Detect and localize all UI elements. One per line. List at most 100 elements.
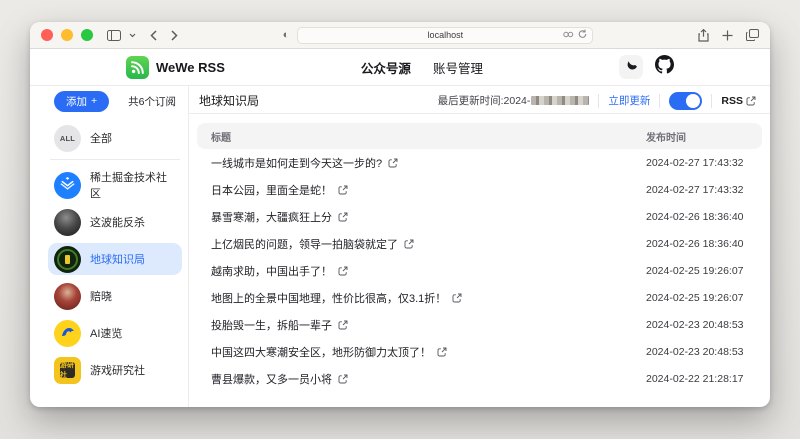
external-link-icon [437, 347, 447, 357]
column-header-time: 发布时间 [646, 129, 762, 144]
minimize-window-button[interactable] [61, 29, 73, 41]
moon-icon [625, 58, 637, 76]
tab-overview-icon[interactable] [746, 29, 759, 41]
article-title-link[interactable]: 暴雪寒潮，大疆疯狂上分 [197, 209, 646, 225]
game-emblem: 游研社 [54, 357, 81, 384]
dolphin-logo [54, 320, 81, 347]
photo-avatar [54, 209, 81, 236]
external-link-icon [388, 158, 398, 168]
divider [711, 94, 712, 108]
article-table: 标题 发布时间 一线城市是如何走到今天这一步的? 2024-02-27 17:4… [189, 114, 770, 407]
all-badge: ALL [54, 125, 81, 152]
sidebar-item-label: 游戏研究社 [90, 362, 145, 378]
refresh-now-button[interactable]: 立即更新 [608, 93, 650, 108]
sidebar-item-label: 赔晓 [90, 288, 112, 304]
table-row: 投胎毁一生，拆船一辈子 2024-02-23 20:48:53 [197, 311, 762, 338]
sidebar-item-juejin[interactable]: 稀土掘金技术社区 [48, 169, 182, 201]
back-icon[interactable] [150, 30, 157, 41]
feed-list: ALL全部稀土掘金技术社区这波能反杀地球知识局赔晓AI速览游研社游戏研究社 [30, 114, 188, 407]
divider [50, 159, 180, 160]
sidebar: 添加+ 共6个订阅 ALL全部稀土掘金技术社区这波能反杀地球知识局赔晓AI速览游… [30, 86, 188, 407]
article-publish-time: 2024-02-25 19:26:07 [646, 292, 762, 304]
external-link-icon [746, 96, 756, 106]
table-row: 上亿烟民的问题，领导一拍脑袋就定了 2024-02-26 18:36:40 [197, 230, 762, 257]
table-body: 一线城市是如何走到今天这一步的? 2024-02-27 17:43:32 日本公… [197, 149, 762, 392]
article-title-link[interactable]: 地图上的全景中国地理，性价比很高，仅3.1折！ [197, 290, 646, 306]
feed-enabled-toggle[interactable] [669, 92, 702, 110]
main-panel: 地球知识局 最后更新时间:2024- 立即更新 RSS [188, 86, 770, 407]
sidebar-item-label: AI速览 [90, 325, 122, 341]
photo-avatar [54, 283, 81, 310]
article-publish-time: 2024-02-27 17:43:32 [646, 157, 762, 169]
sidebar-item-label: 地球知识局 [90, 251, 145, 267]
address-bar[interactable]: localhost [297, 27, 593, 44]
close-window-button[interactable] [41, 29, 53, 41]
last-update-time: 最后更新时间:2024- [438, 93, 590, 108]
nav-tab-item[interactable]: 账号管理 [433, 58, 483, 77]
article-publish-time: 2024-02-22 21:28:17 [646, 373, 762, 385]
share-icon[interactable] [698, 29, 709, 42]
new-tab-icon[interactable] [722, 30, 733, 41]
sidebar-item-ai[interactable]: AI速览 [48, 317, 182, 349]
add-feed-button[interactable]: 添加+ [54, 91, 109, 112]
theme-toggle-button[interactable] [619, 55, 643, 79]
article-title-link[interactable]: 曹县爆款，又多一员小将 [197, 371, 646, 387]
window-controls [41, 29, 93, 41]
sidebar-item-all[interactable]: ALL 全部 [48, 122, 182, 154]
external-link-icon [338, 374, 348, 384]
article-publish-time: 2024-02-23 20:48:53 [646, 319, 762, 331]
table-row: 曹县爆款，又多一员小将 2024-02-22 21:28:17 [197, 365, 762, 392]
external-link-icon [338, 185, 348, 195]
article-title-link[interactable]: 越南求助，中国出手了！ [197, 263, 646, 279]
sidebar-item-photo-dark[interactable]: 这波能反杀 [48, 206, 182, 238]
table-row: 暴雪寒潮，大疆疯狂上分 2024-02-26 18:36:40 [197, 203, 762, 230]
article-publish-time: 2024-02-25 19:26:07 [646, 265, 762, 277]
feed-title: 地球知识局 [199, 92, 259, 109]
sidebar-item-game[interactable]: 游研社游戏研究社 [48, 354, 182, 386]
article-publish-time: 2024-02-27 17:43:32 [646, 184, 762, 196]
external-link-icon [404, 239, 414, 249]
browser-toolbar: ◐ localhost [30, 22, 770, 49]
article-publish-time: 2024-02-26 18:36:40 [646, 238, 762, 250]
reload-icon[interactable] [578, 29, 587, 41]
article-publish-time: 2024-02-26 18:36:40 [646, 211, 762, 223]
sidebar-item-label: 全部 [90, 130, 112, 146]
github-link[interactable] [655, 55, 674, 79]
extensions-icon[interactable] [563, 30, 574, 40]
rss-link[interactable]: RSS [721, 95, 756, 107]
app-title: WeWe RSS [156, 60, 225, 75]
chevron-down-icon[interactable] [129, 33, 136, 38]
forward-icon[interactable] [171, 30, 178, 41]
app-brand[interactable]: WeWe RSS [126, 56, 225, 79]
rss-logo-icon [126, 56, 149, 79]
app-header: WeWe RSS 公众号源 账号管理 [30, 49, 770, 86]
divider [659, 94, 660, 108]
divider [598, 94, 599, 108]
sidebar-item-label: 稀土掘金技术社区 [90, 169, 176, 201]
column-header-title: 标题 [197, 129, 646, 144]
article-title-link[interactable]: 一线城市是如何走到今天这一步的? [197, 155, 646, 171]
sidebar-item-photo-red[interactable]: 赔晓 [48, 280, 182, 312]
table-row: 中国这四大寒潮安全区，地形防御力太顶了！ 2024-02-23 20:48:53 [197, 338, 762, 365]
url-text: localhost [428, 30, 464, 40]
article-title-link[interactable]: 日本公园，里面全是蛇！ [197, 182, 646, 198]
privacy-report-icon[interactable]: ◐ [283, 30, 290, 41]
sidebar-toggle-icon[interactable] [107, 30, 121, 41]
feed-header: 地球知识局 最后更新时间:2024- 立即更新 RSS [189, 86, 770, 114]
redacted-timestamp [531, 96, 589, 105]
github-icon [655, 55, 674, 79]
maximize-window-button[interactable] [81, 29, 93, 41]
article-title-link[interactable]: 上亿烟民的问题，领导一拍脑袋就定了 [197, 236, 646, 252]
subscription-count: 共6个订阅 [128, 94, 176, 109]
external-link-icon [338, 266, 348, 276]
article-title-link[interactable]: 投胎毁一生，拆船一辈子 [197, 317, 646, 333]
table-header: 标题 发布时间 [197, 123, 762, 149]
table-row: 一线城市是如何走到今天这一步的? 2024-02-27 17:43:32 [197, 149, 762, 176]
article-title-link[interactable]: 中国这四大寒潮安全区，地形防御力太顶了！ [197, 344, 646, 360]
sidebar-item-label: 这波能反杀 [90, 214, 145, 230]
article-publish-time: 2024-02-23 20:48:53 [646, 346, 762, 358]
table-row: 日本公园，里面全是蛇！ 2024-02-27 17:43:32 [197, 176, 762, 203]
sidebar-item-earth[interactable]: 地球知识局 [48, 243, 182, 275]
nav-tab-active[interactable]: 公众号源 [361, 58, 411, 77]
earth-emblem [54, 246, 81, 273]
